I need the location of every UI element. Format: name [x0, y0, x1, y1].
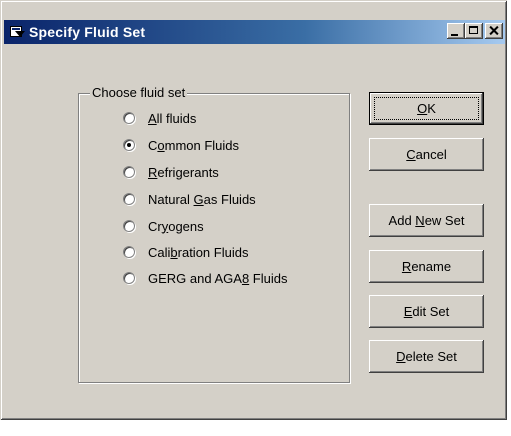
radio-button[interactable]: [123, 139, 135, 151]
cancel-label: Cancel: [406, 147, 447, 162]
caption-buttons: [447, 23, 503, 39]
close-button[interactable]: [485, 23, 503, 39]
edit-set-button[interactable]: Edit Set: [369, 295, 484, 328]
radio-button[interactable]: [123, 193, 135, 205]
radio-button[interactable]: [123, 220, 135, 232]
radio-label: Calibration Fluids: [148, 244, 249, 260]
fluid-set-groupbox: Choose fluid set All fluids Common Fluid…: [78, 85, 350, 383]
delete-set-button[interactable]: Delete Set: [369, 340, 484, 373]
radio-refrigerants[interactable]: Refrigerants: [123, 162, 219, 182]
minimize-button[interactable]: [447, 23, 465, 39]
app-icon[interactable]: [9, 24, 25, 40]
radio-natural-gas-fluids[interactable]: Natural Gas Fluids: [123, 189, 256, 209]
radio-label: Natural Gas Fluids: [148, 191, 256, 207]
radio-label: Refrigerants: [148, 164, 219, 180]
add-new-set-button[interactable]: Add New Set: [369, 204, 484, 237]
add-new-set-label: Add New Set: [388, 213, 465, 228]
close-icon: [489, 26, 499, 35]
cancel-button[interactable]: Cancel: [369, 138, 484, 171]
radio-calibration-fluids[interactable]: Calibration Fluids: [123, 242, 248, 262]
radio-gerg-aga8-fluids[interactable]: GERG and AGA8 Fluids: [123, 268, 287, 288]
radio-cryogens[interactable]: Cryogens: [123, 216, 204, 236]
radio-label: GERG and AGA8 Fluids: [148, 270, 288, 286]
window-title: Specify Fluid Set: [29, 24, 146, 40]
delete-set-label: Delete Set: [396, 349, 457, 364]
minimize-icon: [451, 34, 458, 36]
radio-button[interactable]: [123, 166, 135, 178]
ok-button[interactable]: OK: [369, 92, 484, 125]
radio-button[interactable]: [123, 112, 135, 124]
maximize-icon: [469, 26, 478, 34]
radio-button[interactable]: [123, 246, 135, 258]
title-bar[interactable]: Specify Fluid Set: [4, 20, 505, 44]
radio-label: All fluids: [148, 110, 197, 126]
focus-rectangle: [374, 97, 479, 120]
edit-set-label: Edit Set: [403, 304, 450, 319]
radio-label: Cryogens: [148, 218, 204, 234]
group-label: Choose fluid set: [90, 85, 188, 100]
radio-all-fluids[interactable]: All fluids: [123, 108, 196, 128]
rename-label: Rename: [401, 259, 452, 274]
radio-button[interactable]: [123, 272, 135, 284]
dialog-window: Specify Fluid Set Choose fluid set All f…: [0, 0, 507, 420]
radio-common-fluids[interactable]: Common Fluids: [123, 135, 239, 155]
maximize-button[interactable]: [465, 23, 483, 39]
rename-button[interactable]: Rename: [369, 250, 484, 283]
radio-label: Common Fluids: [148, 137, 240, 153]
